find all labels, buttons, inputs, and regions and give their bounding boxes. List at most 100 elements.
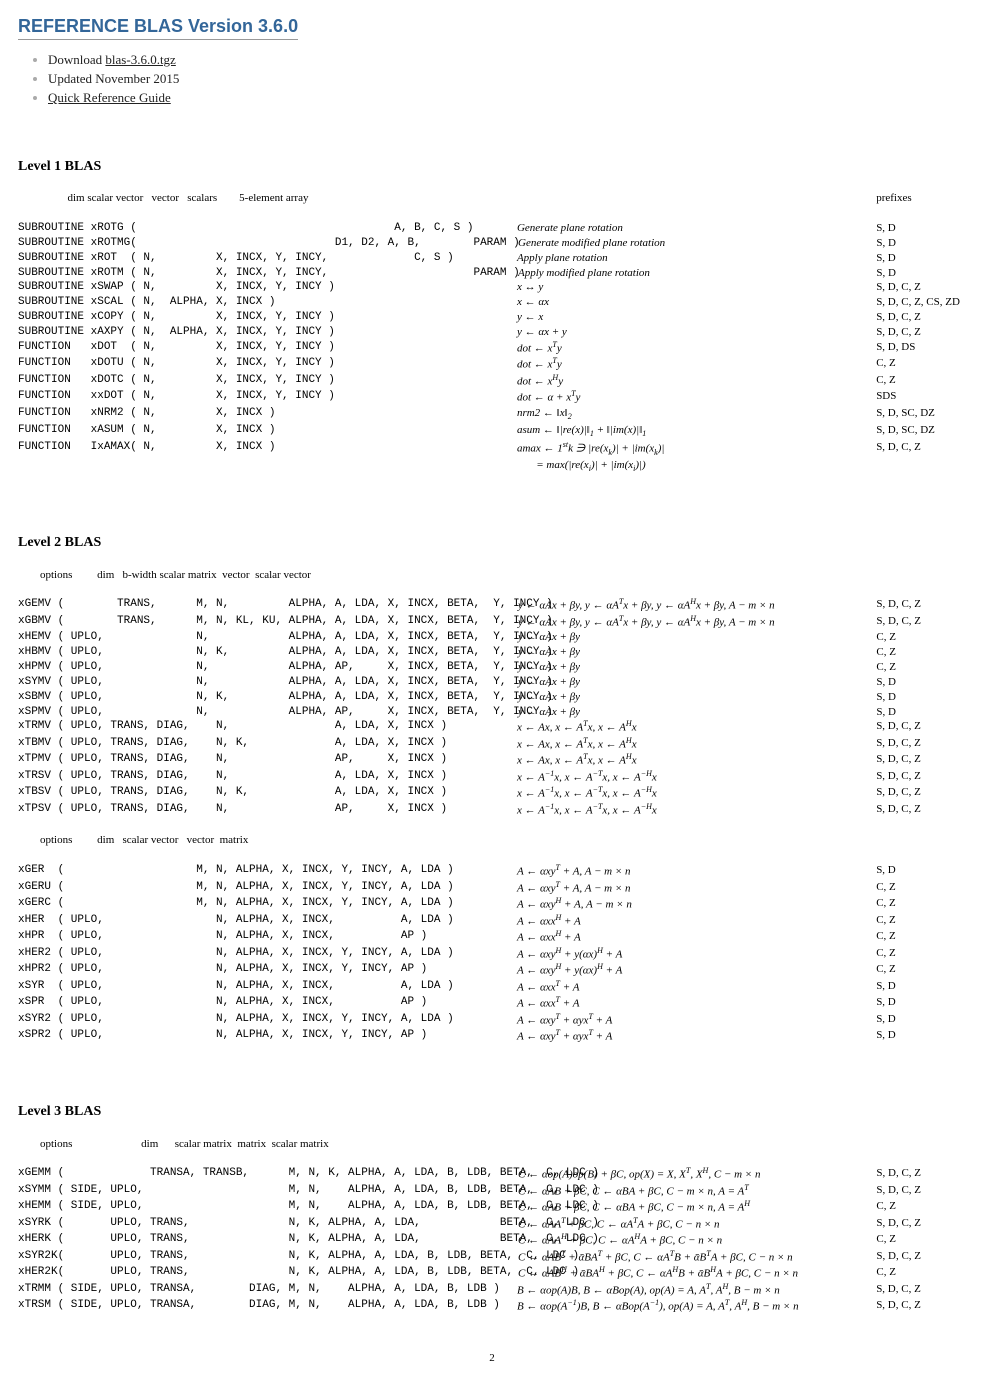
prefix-cell: S, D, C, Z xyxy=(876,736,966,753)
sig-cell: FUNCTION xDOTU ( N, X, INCX, Y, INCY ) xyxy=(18,356,517,373)
desc-cell: y ← αAx + βy, y ← αATx + βy, y ← αAHx + … xyxy=(518,597,876,614)
table-row: xSYMM ( SIDE, UPLO, M, N, ALPHA, A, LDA,… xyxy=(18,1183,966,1200)
prefix-cell: C, Z xyxy=(876,913,966,930)
sig-cell: xSPR ( UPLO, N, ALPHA, X, INCX, AP ) xyxy=(18,995,517,1012)
sig-cell: SUBROUTINE xSWAP ( N, X, INCX, Y, INCY ) xyxy=(18,280,517,295)
prefix-cell: S, D, C, Z xyxy=(876,802,966,819)
desc-cell: A ← αxxT + A xyxy=(517,979,876,996)
prefix-cell: S, D, DS xyxy=(876,340,966,357)
table-row: xSYR2K( UPLO, TRANS, N, K, ALPHA, A, LDA… xyxy=(18,1249,966,1266)
sig-cell: xSYMM ( SIDE, UPLO, M, N, ALPHA, A, LDA,… xyxy=(18,1183,518,1200)
top-list: Download blas-3.6.0.tgz Updated November… xyxy=(48,52,966,106)
prefix-cell: C, Z xyxy=(876,880,966,897)
prefix-cell: C, Z xyxy=(876,373,966,390)
prefix-cell: C, Z xyxy=(876,1265,966,1282)
desc-cell: C ← αAAH + βC, C ← αAHA + βC, C − n × n xyxy=(518,1232,876,1249)
table-row: xHER2K( UPLO, TRANS, N, K, ALPHA, A, LDA… xyxy=(18,1265,966,1282)
prefix-cell: S, D, C, Z xyxy=(876,1282,966,1299)
table-row: xHPR2 ( UPLO, N, ALPHA, X, INCX, Y, INCY… xyxy=(18,962,966,979)
sig-cell: xGEMV ( TRANS, M, N, ALPHA, A, LDA, X, I… xyxy=(18,597,518,614)
sig-cell: xGERC ( M, N, ALPHA, X, INCX, Y, INCY, A… xyxy=(18,896,517,913)
desc-cell: asum ← ‖|re(x)|‖1 + ‖|im(x)|‖1 xyxy=(517,423,876,440)
prefix-cell: S, D, SC, DZ xyxy=(876,423,966,440)
sig-cell: xSPR2 ( UPLO, N, ALPHA, X, INCX, Y, INCY… xyxy=(18,1028,517,1045)
desc-cell: A ← αxyH + y(αx)H + A xyxy=(517,946,876,963)
prefix-cell: S, D, C, Z xyxy=(876,769,966,786)
table-row: xSPR ( UPLO, N, ALPHA, X, INCX, AP )A ← … xyxy=(18,995,966,1012)
prefix-cell: S, D, C, Z xyxy=(876,785,966,802)
sig-cell: xHEMM ( SIDE, UPLO, M, N, ALPHA, A, LDA,… xyxy=(18,1199,518,1216)
desc-cell: C ← αABH + ᾱBAH + βC, C ← αAHB + ᾱBHA + … xyxy=(518,1265,876,1282)
prefix-cell: S, D xyxy=(876,863,966,880)
prefix-cell: S, D xyxy=(876,221,966,236)
prefix-cell: C, Z xyxy=(876,630,966,645)
sig-cell: xSYR2K( UPLO, TRANS, N, K, ALPHA, A, LDA… xyxy=(18,1249,518,1266)
desc-cell: Apply plane rotation xyxy=(517,251,876,266)
desc-cell: y ← αAx + βy, y ← αATx + βy, y ← αAHx + … xyxy=(518,614,876,631)
desc-cell: y ← αAx + βy xyxy=(518,645,876,660)
table-row: xHEMV ( UPLO, N, ALPHA, A, LDA, X, INCX,… xyxy=(18,630,966,645)
table-row: xHPMV ( UPLO, N, ALPHA, AP, X, INCX, BET… xyxy=(18,660,966,675)
prefix-cell: S, D xyxy=(876,266,966,281)
table-row: SUBROUTINE xROTMG( D1, D2, A, B, PARAM )… xyxy=(18,236,966,251)
prefix-cell: C, Z xyxy=(876,645,966,660)
quick-ref-link[interactable]: Quick Reference Guide xyxy=(48,90,171,105)
desc-cell: x ← αx xyxy=(517,295,876,310)
desc-cell: = max(|re(xi)| + |im(xi)|) xyxy=(517,458,876,475)
desc-cell: C ← αAAT + βC, C ← αATA + βC, C − n × n xyxy=(518,1216,876,1233)
sig-cell: SUBROUTINE xROTG ( A, B, C, S ) xyxy=(18,221,517,236)
sig-cell: FUNCTION xDOT ( N, X, INCX, Y, INCY ) xyxy=(18,340,517,357)
download-label: Download xyxy=(48,52,105,67)
l2-header-b: options dim scalar vector vector matrix xyxy=(18,833,518,848)
prefix-cell: S, D xyxy=(876,690,966,705)
prefix-cell: C, Z xyxy=(876,660,966,675)
sig-cell: SUBROUTINE xROTMG( D1, D2, A, B, PARAM ) xyxy=(18,236,518,251)
sig-cell: xTRMM ( SIDE, UPLO, TRANSA, DIAG, M, N, … xyxy=(18,1282,517,1299)
prefix-cell xyxy=(876,458,966,475)
desc-cell: C ← αABT + ᾱBAT + βC, C ← αATB + ᾱBTA + … xyxy=(518,1249,876,1266)
sig-cell: xTBSV ( UPLO, TRANS, DIAG, N, K, A, LDA,… xyxy=(18,785,517,802)
desc-cell: x ↔ y xyxy=(517,280,876,295)
table-row: FUNCTION xDOT ( N, X, INCX, Y, INCY )dot… xyxy=(18,340,966,357)
table-row: SUBROUTINE xROTM ( N, X, INCX, Y, INCY, … xyxy=(18,266,966,281)
prefix-cell: SDS xyxy=(876,389,966,406)
desc-cell: x ← Ax, x ← ATx, x ← AHx xyxy=(517,752,876,769)
sig-cell: xSBMV ( UPLO, N, K, ALPHA, A, LDA, X, IN… xyxy=(18,690,518,705)
list-item: Updated November 2015 xyxy=(48,71,966,87)
table-row: FUNCTION xDOTC ( N, X, INCX, Y, INCY )do… xyxy=(18,373,966,390)
prefix-cell: S, D xyxy=(876,675,966,690)
prefix-cell: S, D xyxy=(876,1012,966,1029)
sig-cell: FUNCTION IxAMAX( N, X, INCX ) xyxy=(18,440,517,459)
prefix-cell: C, Z xyxy=(876,356,966,373)
sig-cell: SUBROUTINE xSCAL ( N, ALPHA, X, INCX ) xyxy=(18,295,517,310)
desc-cell: C ← αop(A)op(B) + βC, op(X) = X, XT, XH,… xyxy=(518,1166,876,1183)
table-row: SUBROUTINE xAXPY ( N, ALPHA, X, INCX, Y,… xyxy=(18,325,966,340)
sig-cell: xGER ( M, N, ALPHA, X, INCX, Y, INCY, A,… xyxy=(18,863,517,880)
desc-cell: A ← αxxT + A xyxy=(517,995,876,1012)
table-row: FUNCTION xDOTU ( N, X, INCX, Y, INCY )do… xyxy=(18,356,966,373)
desc-cell: x ← A−1x, x ← A−Tx, x ← A−Hx xyxy=(517,785,876,802)
sig-cell: xTPMV ( UPLO, TRANS, DIAG, N, AP, X, INC… xyxy=(18,752,517,769)
table-row: xHEMM ( SIDE, UPLO, M, N, ALPHA, A, LDA,… xyxy=(18,1199,966,1216)
prefix-cell: C, Z xyxy=(876,896,966,913)
prefix-cell: C, Z xyxy=(876,1232,966,1249)
desc-cell: x ← A−1x, x ← A−Tx, x ← A−Hx xyxy=(517,802,876,819)
desc-cell: Generate modified plane rotation xyxy=(518,236,876,251)
desc-cell: Apply modified plane rotation xyxy=(518,266,876,281)
table-row: xHERK ( UPLO, TRANS, N, K, ALPHA, A, LDA… xyxy=(18,1232,966,1249)
prefix-cell: S, D xyxy=(876,236,966,251)
desc-cell: y ← αx + y xyxy=(517,325,876,340)
sig-cell: xSPMV ( UPLO, N, ALPHA, AP, X, INCX, BET… xyxy=(18,705,518,720)
download-link[interactable]: blas-3.6.0.tgz xyxy=(105,52,175,67)
desc-cell: y ← αAx + βy xyxy=(518,660,876,675)
desc-cell: B ← αop(A)B, B ← αBop(A), op(A) = A, AT,… xyxy=(517,1282,876,1299)
prefix-cell: S, D, C, Z xyxy=(876,1216,966,1233)
desc-cell: C ← αAB + βC, C ← αBA + βC, C − m × n, A… xyxy=(518,1183,876,1200)
desc-cell: C ← αAB + βC, C ← αBA + βC, C − m × n, A… xyxy=(518,1199,876,1216)
prefix-cell: S, D, C, Z xyxy=(876,1298,966,1315)
desc-cell: y ← αAx + βy xyxy=(518,675,876,690)
prefix-cell: S, D, SC, DZ xyxy=(876,406,966,423)
prefix-cell: S, D, C, Z xyxy=(876,325,966,340)
prefix-cell: S, D, C, Z xyxy=(876,310,966,325)
table-row: xTPSV ( UPLO, TRANS, DIAG, N, AP, X, INC… xyxy=(18,802,966,819)
